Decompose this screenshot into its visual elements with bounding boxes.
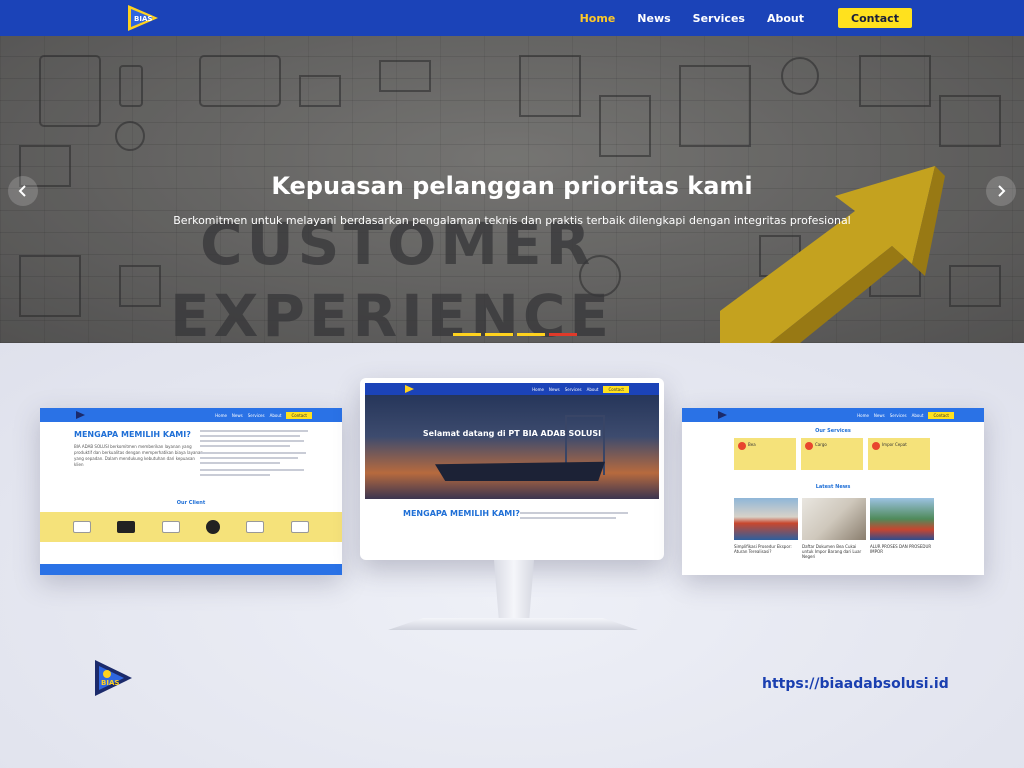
service-name: Bea: [748, 442, 756, 447]
mockup-heading: MENGAPA MEMILIH KAMI?: [74, 430, 191, 439]
svg-text:BIAS: BIAS: [134, 15, 152, 23]
mockup-text-block: [520, 509, 630, 528]
service-card: Bea: [734, 438, 796, 470]
news-title: Simplifikasi Prosedur Ekspor: Aturan Ter…: [734, 544, 792, 554]
service-card: Cargo: [801, 438, 863, 470]
mini-nav-item: News: [873, 412, 885, 418]
carousel-indicator[interactable]: [549, 333, 577, 336]
service-name: Cargo: [815, 442, 827, 447]
service-name: Impor Cepat: [882, 442, 907, 447]
bias-logo-icon: [718, 411, 727, 419]
carousel-indicator[interactable]: [485, 333, 513, 336]
mini-nav-item: Home: [857, 412, 869, 418]
chevron-right-icon: [998, 185, 1006, 197]
client-logo: [161, 521, 180, 533]
hero-carousel: CUSTOMER EXPERIENCE Kepuasan pelanggan p…: [0, 36, 1024, 343]
client-logo: [206, 520, 221, 534]
carousel-prev-button[interactable]: [8, 176, 38, 206]
carousel-indicators: [453, 333, 577, 336]
bias-logo-icon[interactable]: BIAS: [126, 3, 160, 33]
main-menu: Home News Services About Contact: [580, 0, 912, 36]
mini-nav-item: About: [586, 386, 599, 392]
news-image: [734, 498, 798, 540]
news-card: Daftar Dokumen Bea Cukai untuk Impor Bar…: [802, 498, 866, 559]
mini-navbar: Home News Services About Contact: [365, 383, 659, 395]
monitor-screen: Home News Services About Contact Selamat…: [365, 383, 659, 555]
mockup-text-block: [200, 430, 310, 484]
top-navbar: BIAS Home News Services About Contact: [0, 0, 1024, 36]
hero-title: Kepuasan pelanggan prioritas kami: [271, 172, 753, 200]
mini-nav-item: Home: [532, 386, 544, 392]
mini-hero-title: Selamat datang di PT BIA ADAB SOLUSI: [422, 429, 602, 438]
services-row: Bea Cargo Impor Cepat: [734, 438, 930, 470]
mockup-right-screen: Home News Services About Contact Our Ser…: [682, 408, 984, 575]
service-icon: [872, 442, 880, 450]
mini-menu: Home News Services About Contact: [857, 408, 954, 422]
nav-home-link[interactable]: Home: [580, 12, 616, 25]
mini-navbar: Home News Services About Contact: [682, 408, 984, 422]
mini-menu: Home News Services About Contact: [215, 408, 312, 422]
bias-logo-icon: BIAS: [95, 660, 132, 696]
text-lines-placeholder: [200, 430, 308, 476]
client-logo: [117, 521, 136, 533]
news-card: ALUR PROSES DAN PROSEDUR IMPOR: [870, 498, 934, 559]
nav-services-link[interactable]: Services: [693, 12, 745, 25]
nav-about-link[interactable]: About: [767, 12, 804, 25]
mini-contact-button: Contact: [928, 411, 954, 419]
mockup-paragraph: BIA ADAB SOLUSI berkomitmen memberikan l…: [74, 444, 203, 467]
mini-menu: Home News Services About Contact: [532, 383, 629, 395]
our-services-heading: Our Services: [815, 428, 851, 434]
mockup-heading: MENGAPA MEMILIH KAMI?: [403, 509, 520, 518]
news-card: Simplifikasi Prosedur Ekspor: Aturan Ter…: [734, 498, 798, 559]
nav-news-link[interactable]: News: [637, 12, 670, 25]
text-lines-placeholder: [520, 512, 628, 519]
mini-nav-item: News: [231, 412, 243, 418]
mini-navbar: Home News Services About Contact: [40, 408, 342, 422]
our-client-heading: Our Client: [176, 500, 206, 506]
mini-contact-button: Contact: [603, 385, 629, 393]
service-icon: [805, 442, 813, 450]
mini-footer: [40, 564, 342, 575]
mini-nav-item: Services: [247, 412, 265, 418]
bias-logo-icon: [76, 411, 85, 419]
hero-subtitle: Berkomitmen untuk melayani berdasarkan p…: [173, 214, 851, 227]
service-icon: [738, 442, 746, 450]
website-url[interactable]: https://biaadabsolusi.id: [762, 676, 949, 692]
news-image: [870, 498, 934, 540]
mini-contact-button: Contact: [286, 411, 312, 419]
news-row: Simplifikasi Prosedur Ekspor: Aturan Ter…: [734, 498, 934, 559]
svg-text:BIAS: BIAS: [101, 679, 119, 687]
carousel-indicator[interactable]: [517, 333, 545, 336]
client-logos: [40, 512, 342, 542]
client-logo: [73, 521, 92, 533]
service-card: Impor Cepat: [868, 438, 930, 470]
monitor-base: [388, 618, 638, 630]
client-logo: [290, 521, 309, 533]
mini-nav-item: News: [548, 386, 560, 392]
mini-nav-item: About: [911, 412, 924, 418]
news-title: ALUR PROSES DAN PROSEDUR IMPOR: [870, 544, 932, 554]
monitor-stand: [494, 560, 534, 620]
mini-hero-port-image: [365, 395, 659, 499]
carousel-indicator[interactable]: [453, 333, 481, 336]
news-title: Daftar Dokumen Bea Cukai untuk Impor Bar…: [802, 544, 862, 559]
mockup-left-screen: Home News Services About Contact MENGAPA…: [40, 408, 342, 575]
client-logo: [246, 521, 265, 533]
carousel-next-button[interactable]: [986, 176, 1016, 206]
mini-nav-item: About: [269, 412, 282, 418]
mini-nav-item: Home: [215, 412, 227, 418]
mini-nav-item: Services: [889, 412, 907, 418]
chevron-left-icon: [18, 185, 26, 197]
news-image: [802, 498, 866, 540]
latest-news-heading: Latest News: [815, 484, 851, 490]
mini-nav-item: Services: [564, 386, 582, 392]
contact-button[interactable]: Contact: [838, 8, 912, 28]
mockup-monitor: Home News Services About Contact Selamat…: [360, 378, 664, 560]
bias-logo-icon: [405, 385, 414, 393]
